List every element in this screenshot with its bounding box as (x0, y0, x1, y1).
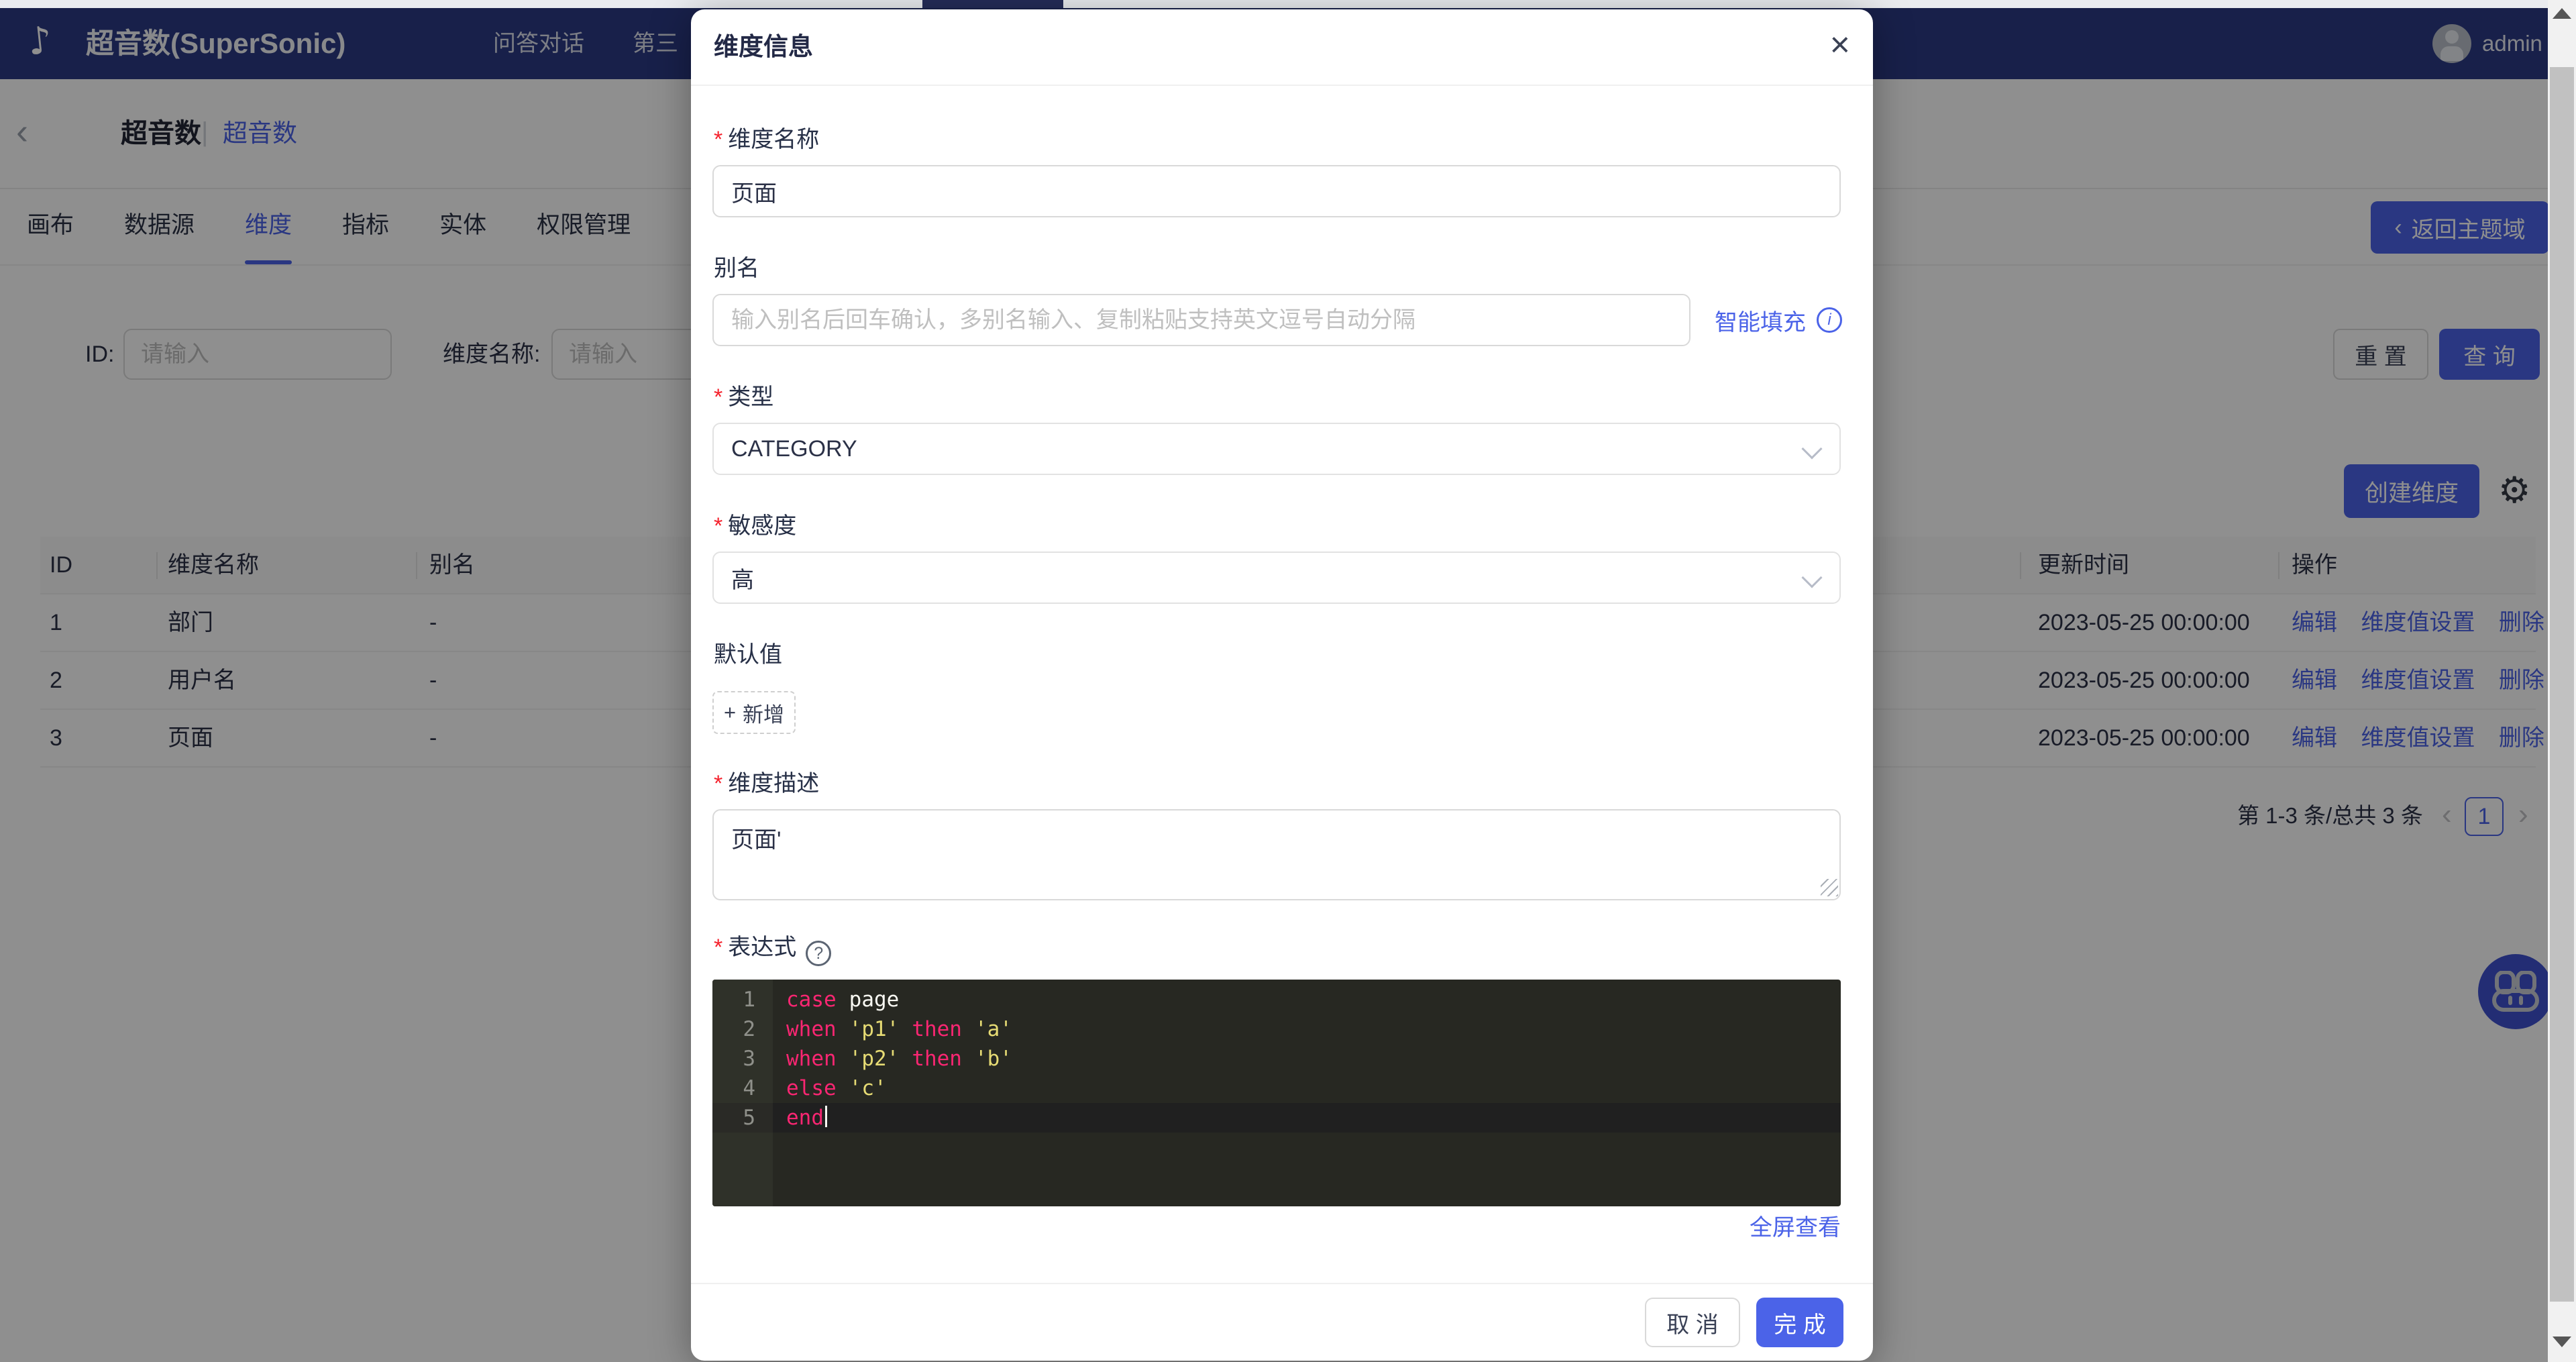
sensitivity-select[interactable]: 高 (712, 552, 1841, 604)
line-number: 5 (712, 1103, 773, 1133)
code-line: 1 case page (712, 985, 1841, 1014)
code-token: 'a' (975, 1017, 1012, 1041)
expression-code-editor[interactable]: 1 case page 2 when 'p1' then 'a' 3 when 'p2' t… (712, 980, 1841, 1206)
field-label-sensitivity: *敏感度 (714, 511, 796, 541)
smart-fill-label: 智能填充 (1715, 304, 1806, 337)
field-label-description: *维度描述 (714, 769, 819, 798)
field-label-default-text: 默认值 (714, 642, 782, 668)
description-textarea[interactable]: 页面' (712, 809, 1841, 900)
browser-edge-strip (0, 0, 2548, 8)
modal-title: 维度信息 (714, 9, 813, 85)
code-token: page (849, 988, 900, 1012)
code-line: 4 else 'c' (712, 1073, 1841, 1103)
code-token: then (912, 1047, 962, 1071)
chevron-down-icon (1801, 438, 1822, 459)
required-mark: * (714, 127, 722, 152)
line-number: 3 (712, 1044, 773, 1073)
code-line-active: 5 end (712, 1103, 1841, 1133)
required-mark: * (714, 384, 722, 410)
field-label-sensitivity-text: 敏感度 (728, 513, 796, 539)
line-number: 4 (712, 1073, 773, 1103)
dimension-name-input[interactable] (712, 165, 1841, 217)
code-token: 'p2' (849, 1047, 900, 1071)
field-label-name-text: 维度名称 (728, 127, 819, 152)
scrollbar-up-icon[interactable] (2553, 8, 2571, 19)
required-mark: * (714, 513, 722, 539)
field-label-type-text: 类型 (728, 384, 773, 410)
resize-handle-icon[interactable] (1821, 879, 1838, 896)
code-token: when (786, 1017, 837, 1041)
code-token: then (912, 1017, 962, 1041)
code-token: end (786, 1106, 824, 1130)
close-icon[interactable]: × (1830, 9, 1850, 85)
code-line: 3 when 'p2' then 'b' (712, 1044, 1841, 1073)
scrollbar-down-icon[interactable] (2553, 1337, 2571, 1347)
smart-fill-link[interactable]: 智能填充 i (1715, 294, 1842, 346)
modal-header-divider (691, 85, 1873, 86)
modal-footer-divider (691, 1283, 1873, 1284)
alias-input[interactable] (712, 294, 1690, 346)
chevron-down-icon (1801, 567, 1822, 588)
code-token: else (786, 1076, 837, 1100)
required-mark: * (714, 935, 722, 960)
cancel-button[interactable]: 取 消 (1645, 1298, 1740, 1347)
add-default-value-button[interactable]: + 新增 (712, 691, 796, 734)
field-label-expression: *表达式? (714, 933, 831, 962)
line-number: 2 (712, 1014, 773, 1044)
field-label-type: *类型 (714, 382, 773, 412)
code-token: when (786, 1047, 837, 1071)
scrollbar-thumb[interactable] (2550, 67, 2574, 1302)
browser-edge-accent (922, 0, 1063, 8)
info-icon: i (1817, 307, 1842, 333)
text-cursor (825, 1106, 827, 1127)
dimension-info-modal: 维度信息 × *维度名称 别名 智能填充 i *类型 CATEGORY *敏感度… (691, 9, 1873, 1361)
line-number: 1 (712, 985, 773, 1014)
code-token: 'c' (849, 1076, 887, 1100)
code-token: 'p1' (849, 1017, 900, 1041)
sensitivity-select-value: 高 (731, 562, 754, 594)
type-select[interactable]: CATEGORY (712, 423, 1841, 475)
field-label-alias-text: 别名 (714, 256, 759, 281)
code-token: case (786, 988, 837, 1012)
add-default-value-label: 新增 (743, 698, 784, 728)
required-mark: * (714, 771, 722, 796)
code-line: 2 when 'p1' then 'a' (712, 1014, 1841, 1044)
code-token: 'b' (975, 1047, 1012, 1071)
plus-icon: + (724, 700, 736, 725)
help-icon[interactable]: ? (806, 941, 831, 966)
type-select-value: CATEGORY (731, 436, 857, 462)
fullscreen-view-link[interactable]: 全屏查看 (712, 1213, 1841, 1243)
field-label-expression-text: 表达式 (728, 935, 796, 960)
field-label-description-text: 维度描述 (728, 771, 819, 796)
ok-button[interactable]: 完 成 (1756, 1298, 1843, 1347)
field-label-name: *维度名称 (714, 125, 819, 154)
field-label-alias: 别名 (714, 254, 759, 283)
field-label-default: 默认值 (714, 640, 782, 670)
